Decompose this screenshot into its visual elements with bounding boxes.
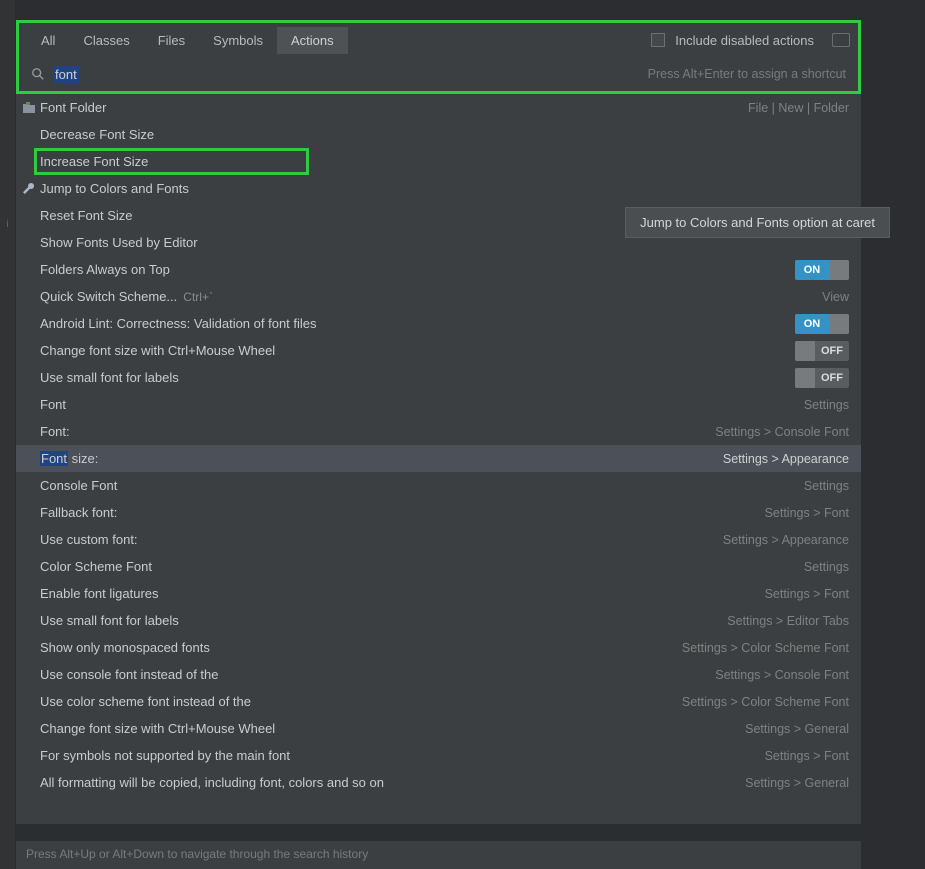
- tab-symbols[interactable]: Symbols: [199, 27, 277, 54]
- toggle-switch[interactable]: OFF: [795, 368, 849, 388]
- search-input[interactable]: font: [53, 67, 79, 82]
- row-label: Quick Switch Scheme...: [40, 289, 177, 304]
- footer-hint: Press Alt+Up or Alt+Down to navigate thr…: [16, 841, 861, 869]
- search-row: font Press Alt+Enter to assign a shortcu…: [19, 57, 858, 91]
- result-row[interactable]: Enable font ligatures Settings > Font: [16, 580, 861, 607]
- row-label: Enable font ligatures: [40, 586, 159, 601]
- tab-all[interactable]: All: [27, 27, 69, 54]
- result-row[interactable]: Increase Font Size: [16, 148, 861, 175]
- result-row[interactable]: Change font size with Ctrl+Mouse Wheel OF…: [16, 337, 861, 364]
- row-path: Settings > Color Scheme Font: [682, 695, 849, 709]
- toggle-switch[interactable]: ON: [795, 260, 849, 280]
- row-path: Settings > General: [745, 722, 849, 736]
- row-label: Folders Always on Top: [40, 262, 170, 277]
- result-row[interactable]: Android Lint: Correctness: Validation of…: [16, 310, 861, 337]
- row-path: Settings > Font: [765, 749, 849, 763]
- include-disabled-label: Include disabled actions: [675, 33, 814, 48]
- tooltip: Jump to Colors and Fonts option at caret: [625, 207, 890, 238]
- result-row[interactable]: For symbols not supported by the main fo…: [16, 742, 861, 769]
- result-row[interactable]: Font size: Settings > Appearance: [16, 445, 861, 472]
- results-list: Font Folder File | New | Folder Decrease F…: [16, 94, 861, 824]
- result-row[interactable]: Jump to Colors and Fonts: [16, 175, 861, 202]
- row-label: Android Lint: Correctness: Validation of…: [40, 316, 317, 331]
- folder-icon: [20, 100, 38, 116]
- row-label: Use small font for labels: [40, 613, 179, 628]
- search-hint: Press Alt+Enter to assign a shortcut: [648, 67, 846, 81]
- result-row[interactable]: Folders Always on Top ON: [16, 256, 861, 283]
- include-disabled-checkbox[interactable]: [651, 33, 665, 47]
- row-path: Settings > Console Font: [715, 668, 849, 682]
- result-row[interactable]: Font Folder File | New | Folder: [16, 94, 861, 121]
- row-label: Color Scheme Font: [40, 559, 152, 574]
- row-label: Use color scheme font instead of the: [40, 694, 251, 709]
- row-path: Settings: [804, 560, 849, 574]
- result-row[interactable]: Font: Settings > Console Font: [16, 418, 861, 445]
- editor-gutter-fragment: i: [0, 0, 15, 869]
- result-row[interactable]: Console Font Settings: [16, 472, 861, 499]
- tab-actions[interactable]: Actions: [277, 27, 348, 54]
- row-label: Show Fonts Used by Editor: [40, 235, 198, 250]
- row-path: Settings > Appearance: [723, 533, 849, 547]
- wrench-icon: [20, 181, 38, 197]
- row-label: Font Folder: [40, 100, 106, 115]
- search-everywhere-popup: AllClassesFilesSymbolsActions Include di…: [16, 20, 861, 824]
- tab-files[interactable]: Files: [144, 27, 199, 54]
- row-label: Reset Font Size: [40, 208, 133, 223]
- row-label: Show only monospaced fonts: [40, 640, 210, 655]
- result-row[interactable]: Use console font instead of the Settings …: [16, 661, 861, 688]
- row-label: For symbols not supported by the main fo…: [40, 748, 290, 763]
- highlighted-header-area: AllClassesFilesSymbolsActions Include di…: [16, 20, 861, 94]
- pin-icon[interactable]: [832, 33, 850, 47]
- result-row[interactable]: Color Scheme Font Settings: [16, 553, 861, 580]
- result-row[interactable]: Quick Switch Scheme... Ctrl+` View: [16, 283, 861, 310]
- row-path: Settings > Console Font: [715, 425, 849, 439]
- row-label: Jump to Colors and Fonts: [40, 181, 189, 196]
- result-row[interactable]: Use custom font: Settings > Appearance: [16, 526, 861, 553]
- result-row[interactable]: Font Settings: [16, 391, 861, 418]
- row-path: Settings: [804, 479, 849, 493]
- toggle-switch[interactable]: ON: [795, 314, 849, 334]
- result-row[interactable]: All formatting will be copied, including…: [16, 769, 861, 796]
- result-row[interactable]: Fallback font: Settings > Font: [16, 499, 861, 526]
- row-path: File | New | Folder: [748, 101, 849, 115]
- row-label: Use custom font:: [40, 532, 138, 547]
- row-label: Fallback font:: [40, 505, 117, 520]
- row-label: Font: [40, 397, 66, 412]
- result-row[interactable]: Decrease Font Size: [16, 121, 861, 148]
- row-label: Change font size with Ctrl+Mouse Wheel: [40, 721, 275, 736]
- result-row[interactable]: Use small font for labels OFF: [16, 364, 861, 391]
- row-path: Settings > Appearance: [723, 452, 849, 466]
- result-row[interactable]: Use small font for labels Settings > Edit…: [16, 607, 861, 634]
- row-label: Decrease Font Size: [40, 127, 154, 142]
- result-row[interactable]: Use color scheme font instead of the Sett…: [16, 688, 861, 715]
- row-label: Change font size with Ctrl+Mouse Wheel: [40, 343, 275, 358]
- row-label: Increase Font Size: [40, 154, 148, 169]
- row-path: View: [822, 290, 849, 304]
- row-path: Settings > Editor Tabs: [727, 614, 849, 628]
- row-path: Settings: [804, 398, 849, 412]
- row-label: Use console font instead of the: [40, 667, 219, 682]
- row-label: Use small font for labels: [40, 370, 179, 385]
- tab-classes[interactable]: Classes: [69, 27, 143, 54]
- row-label: All formatting will be copied, including…: [40, 775, 384, 790]
- row-label: Font:: [40, 424, 70, 439]
- shortcut-label: Ctrl+`: [183, 290, 213, 304]
- toggle-switch[interactable]: OFF: [795, 341, 849, 361]
- row-label: Console Font: [40, 478, 117, 493]
- row-path: Settings > Color Scheme Font: [682, 641, 849, 655]
- row-path: Settings > Font: [765, 506, 849, 520]
- row-path: Settings > Font: [765, 587, 849, 601]
- row-label: Font size:: [40, 451, 98, 466]
- tabs-row: AllClassesFilesSymbolsActions Include di…: [19, 23, 858, 57]
- result-row[interactable]: Change font size with Ctrl+Mouse Wheel Se…: [16, 715, 861, 742]
- search-icon: [31, 67, 45, 81]
- row-path: Settings > General: [745, 776, 849, 790]
- result-row[interactable]: Show only monospaced fonts Settings > Col…: [16, 634, 861, 661]
